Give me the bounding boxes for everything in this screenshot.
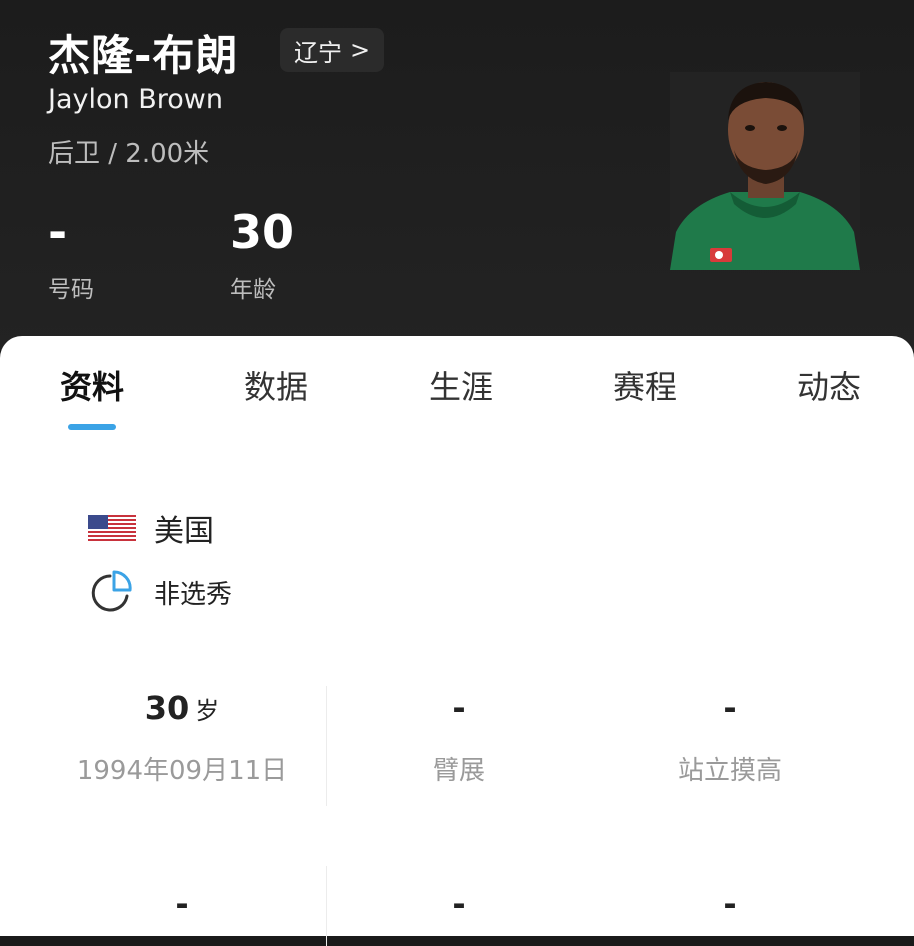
tab-profile[interactable]: 资料: [60, 362, 124, 408]
draft-row: 非选秀: [88, 570, 232, 614]
detail-grid: 30 岁 1994年09月11日 - 臂展 - 站立摸高 - - -: [44, 686, 874, 946]
team-name: 辽宁: [294, 38, 342, 67]
profile-card: 资料 数据 生涯 赛程 动态 美国 非选秀 30 岁 1994年09月11日 -…: [0, 336, 914, 946]
wingspan-value: -: [452, 689, 466, 727]
stat-value: 30: [230, 205, 295, 259]
player-header: 杰隆-布朗 辽宁 > Jaylon Brown 后卫 / 2.00米 - 号码 …: [0, 0, 914, 350]
stat-label: 号码: [48, 277, 94, 303]
player-name-en: Jaylon Brown: [48, 84, 223, 115]
player-photo: [670, 72, 860, 270]
tab-stats[interactable]: 数据: [244, 362, 308, 408]
us-flag-icon: [88, 515, 136, 541]
tab-news[interactable]: 动态: [797, 362, 861, 408]
detail-wingspan: - 臂展: [321, 686, 597, 787]
stat-label: 年龄: [230, 277, 276, 303]
row2-value: -: [723, 885, 737, 923]
active-tab-indicator: [68, 424, 116, 430]
draft-pie-icon: [91, 570, 132, 612]
nationality-text: 美国: [154, 514, 214, 549]
stat-age: 30 年龄: [230, 200, 294, 304]
position-height: 后卫 / 2.00米: [48, 139, 210, 169]
chevron-right-icon: >: [350, 36, 371, 64]
wingspan-label: 臂展: [432, 756, 485, 786]
detail-age: 30 岁 1994年09月11日: [44, 686, 320, 787]
stat-value: -: [48, 205, 68, 259]
nationality-row: 美国: [88, 506, 214, 550]
tab-schedule[interactable]: 赛程: [613, 362, 677, 408]
tab-bar: 资料 数据 生涯 赛程 动态: [0, 336, 914, 436]
detail-standing-reach: - 站立摸高: [592, 686, 868, 787]
team-link[interactable]: 辽宁 >: [280, 28, 385, 72]
player-name-cn: 杰隆-布朗: [48, 31, 239, 80]
detail-row2-cell: -: [44, 882, 320, 926]
reach-label: 站立摸高: [677, 756, 782, 786]
detail-row2-cell: -: [321, 882, 597, 926]
draft-text: 非选秀: [154, 579, 233, 610]
age-value: 30: [144, 689, 190, 727]
row2-value: -: [452, 885, 466, 923]
reach-value: -: [723, 689, 737, 727]
detail-row2-cell: -: [592, 882, 868, 926]
stat-jersey-number: - 号码: [48, 200, 94, 304]
row2-value: -: [175, 885, 189, 923]
age-unit: 岁: [195, 697, 220, 725]
tab-career[interactable]: 生涯: [429, 362, 493, 408]
birthday: 1994年09月11日: [76, 756, 288, 786]
